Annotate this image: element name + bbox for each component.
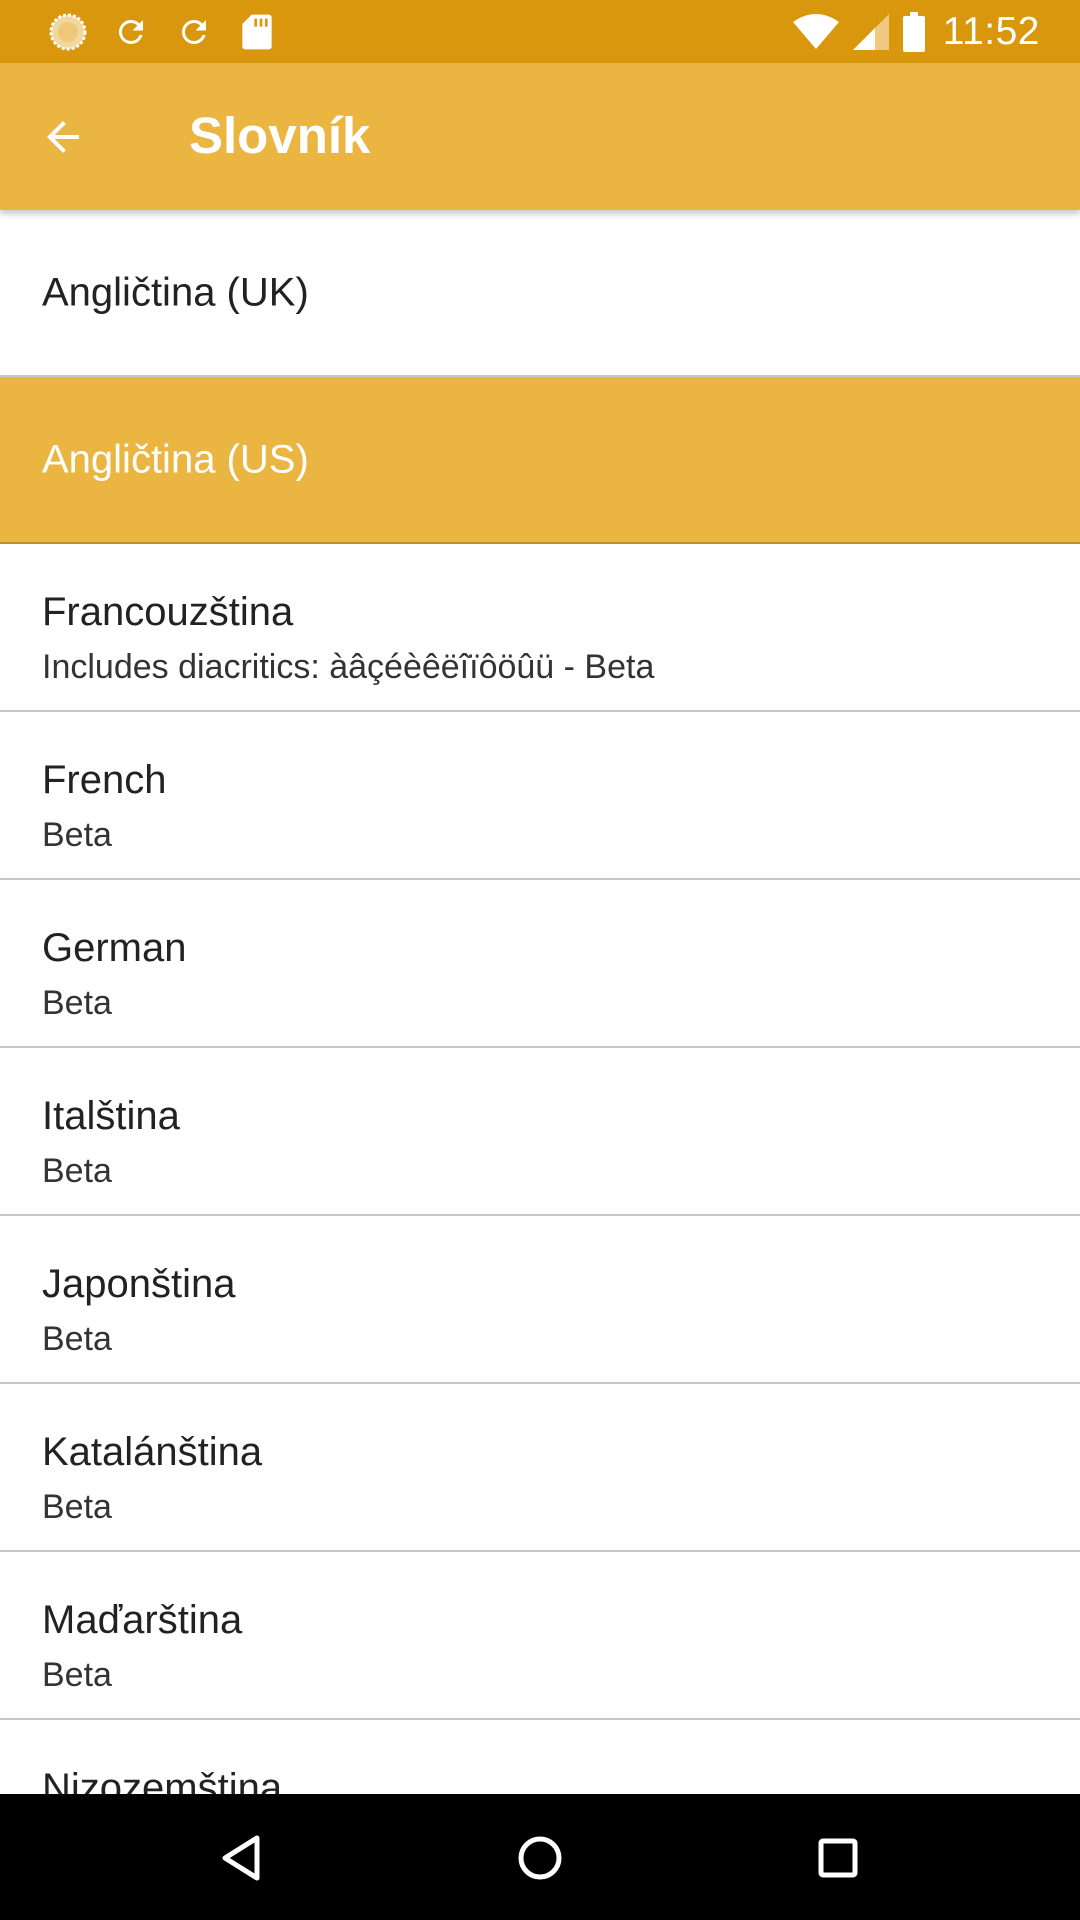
list-item-nizozemstina[interactable]: Nizozemština [0, 1720, 1080, 1794]
battery-icon [902, 10, 925, 54]
arrow-back-icon [47, 121, 79, 153]
list-item-madarstina[interactable]: Maďarština Beta [0, 1552, 1080, 1720]
home-circle-icon [518, 1836, 562, 1880]
list-item-subtitle: Beta [42, 984, 112, 1022]
navigation-bar [0, 1794, 1080, 1920]
list-item-german[interactable]: German Beta [0, 880, 1080, 1048]
list-item-subtitle: Beta [42, 1152, 112, 1190]
status-clock: 11:52 [942, 10, 1040, 53]
list-item-subtitle: Beta [42, 1320, 112, 1358]
list-item-title: Nizozemština [42, 1766, 283, 1794]
nav-home-button[interactable] [505, 1823, 575, 1893]
list-item-anglictina-us[interactable]: Angličtina (US) [0, 377, 1080, 544]
list-item-subtitle: Beta [42, 1656, 112, 1694]
status-bar: 11:52 [0, 0, 1080, 63]
list-item-title: Francouzština [42, 590, 294, 634]
list-item-japonstina[interactable]: Japonština Beta [0, 1216, 1080, 1384]
app-bar: Slovník [0, 63, 1080, 210]
list-item-italstina[interactable]: Italština Beta [0, 1048, 1080, 1216]
recents-square-icon [818, 1838, 858, 1878]
wifi-icon [792, 10, 839, 54]
screen: 11:52 Slovník Angličtina (UK) Angličtina… [0, 0, 1080, 1920]
page-title: Slovník [189, 107, 371, 164]
list-item-title: French [42, 758, 167, 802]
list-item-title: Angličtina (UK) [42, 270, 309, 314]
list-item-title: Maďarština [42, 1598, 243, 1642]
list-item-title: Angličtina (US) [42, 437, 309, 481]
list-item-katalanstina[interactable]: Katalánština Beta [0, 1384, 1080, 1552]
nav-back-button[interactable] [206, 1823, 276, 1893]
cell-signal-icon [852, 10, 889, 54]
back-triangle-icon [222, 1835, 260, 1881]
list-item-subtitle: Beta [42, 816, 112, 854]
list-item-title: Katalánština [42, 1430, 263, 1474]
list-item-french[interactable]: French Beta [0, 712, 1080, 880]
sd-card-icon [235, 10, 279, 54]
back-button[interactable] [30, 104, 96, 170]
list-item-title: German [42, 926, 187, 970]
list-item-subtitle: Includes diacritics: àâçéèêëîïôöûü - Bet… [42, 648, 655, 686]
list-item-subtitle: Beta [42, 1488, 112, 1526]
list-item-title: Italština [42, 1094, 180, 1138]
list-item-title: Japonština [42, 1262, 236, 1306]
refresh-icon [109, 10, 153, 54]
refresh-icon [172, 10, 216, 54]
nav-recents-button[interactable] [803, 1823, 873, 1893]
list-item-anglictina-uk[interactable]: Angličtina (UK) [0, 210, 1080, 377]
status-right-icons: 11:52 [792, 8, 1040, 56]
sync-circle-icon [46, 10, 90, 54]
status-left-icons [46, 10, 298, 54]
list-item-francouzstina[interactable]: Francouzština Includes diacritics: àâçéè… [0, 544, 1080, 712]
dictionary-list[interactable]: Angličtina (UK) Angličtina (US) Francouz… [0, 210, 1080, 1794]
